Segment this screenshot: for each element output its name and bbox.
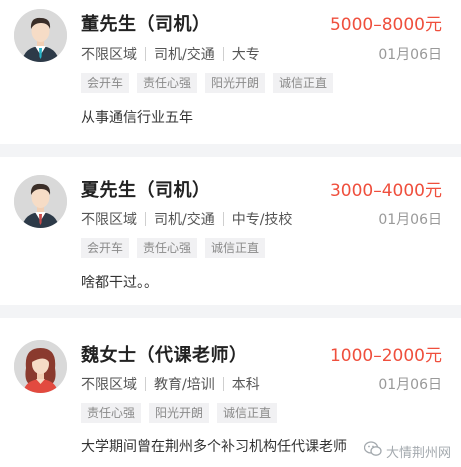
tag: 诚信正直	[217, 403, 278, 423]
meta-category: 司机/交通	[154, 47, 215, 63]
meta-education: 大专	[231, 47, 260, 63]
tag-list: 会开车 责任心强 阳光开朗 诚信正直	[81, 73, 334, 93]
divider	[222, 47, 224, 61]
tag: 阳光开朗	[149, 403, 210, 423]
male-avatar-icon	[14, 9, 67, 62]
candidate-name[interactable]: 董先生（司机）	[81, 10, 211, 36]
candidate-description: 大学期间曾在荆州多个补习机构任代课老师	[81, 439, 347, 455]
salary-range: 1000–2000元	[329, 346, 442, 366]
salary-range: 3000–4000元	[329, 181, 442, 201]
listing-card[interactable]: 夏先生（司机） 3000–4000元 不限区域 司机/交通 中专/技校 01月0…	[0, 157, 461, 303]
tag: 阳光开朗	[205, 73, 266, 93]
tag: 责任心强	[137, 73, 198, 93]
divider	[222, 377, 224, 391]
meta-education: 中专/技校	[231, 212, 293, 228]
tag-list: 责任心强 阳光开朗 诚信正直	[81, 403, 278, 423]
female-avatar-icon	[14, 340, 67, 393]
candidate-description: 啥都干过。。	[81, 275, 158, 291]
tag-list: 会开车 责任心强 诚信正直	[81, 238, 266, 258]
divider	[222, 212, 224, 226]
meta-area: 不限区域	[81, 212, 137, 228]
meta-category: 司机/交通	[154, 212, 215, 228]
meta-education: 本科	[231, 377, 260, 393]
divider	[145, 47, 146, 61]
candidate-name[interactable]: 魏女士（代课老师）	[81, 341, 248, 367]
candidate-meta: 不限区域 司机/交通 中专/技校	[81, 209, 292, 229]
divider	[145, 377, 146, 391]
tag: 责任心强	[81, 403, 142, 423]
wechat-icon	[363, 441, 382, 461]
tag: 诚信正直	[205, 238, 266, 258]
meta-area: 不限区域	[81, 377, 137, 393]
divider	[145, 212, 146, 226]
meta-area: 不限区域	[81, 47, 137, 63]
listing-card[interactable]: 董先生（司机） 5000–8000元 不限区域 司机/交通 大专 01月06日 …	[0, 0, 461, 142]
watermark-text: 大情荆州网	[385, 445, 451, 461]
meta-category: 教育/培训	[154, 377, 215, 393]
tag: 责任心强	[137, 238, 198, 258]
post-date: 01月06日	[378, 47, 442, 63]
male-avatar-icon	[14, 175, 67, 228]
watermark: 大情荆州网	[363, 441, 451, 461]
candidate-meta: 不限区域 司机/交通 大专	[81, 44, 260, 64]
tag: 会开车	[81, 73, 130, 93]
card-separator	[0, 144, 461, 157]
tag: 会开车	[81, 238, 130, 258]
card-separator	[0, 305, 461, 318]
post-date: 01月06日	[378, 212, 442, 228]
candidate-description: 从事通信行业五年	[81, 110, 193, 126]
candidate-meta: 不限区域 教育/培训 本科	[81, 374, 260, 394]
candidate-name[interactable]: 夏先生（司机）	[81, 176, 211, 202]
tag: 诚信正直	[273, 73, 334, 93]
salary-range: 5000–8000元	[329, 15, 442, 35]
post-date: 01月06日	[378, 377, 442, 393]
